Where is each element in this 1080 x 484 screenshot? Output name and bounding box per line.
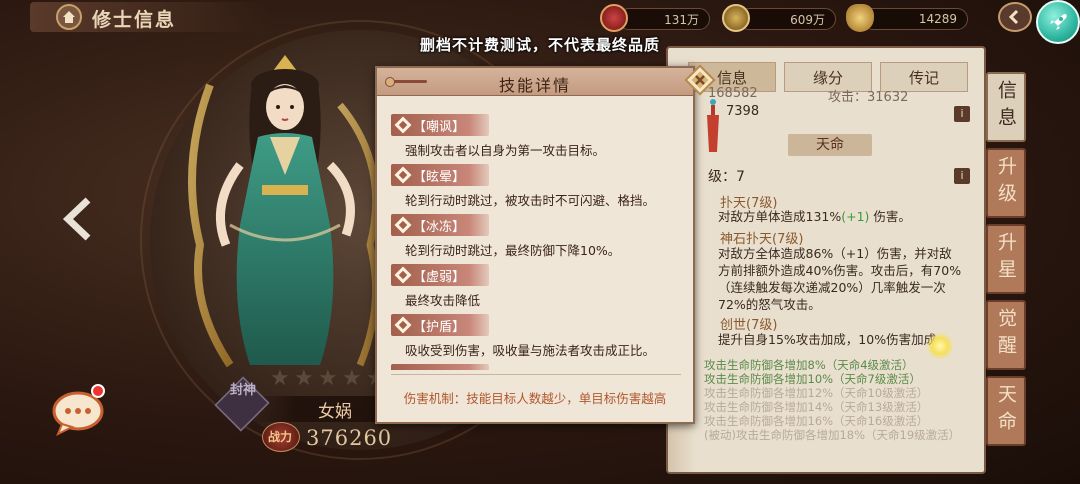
skill-details-popup: 技能详情 【嘲讽】 强制攻击者以自身为第一攻击目标。 【眩晕】 轮到行动时跳过，… — [375, 66, 695, 424]
damage-mechanic-note: 伤害机制：技能目标人数越少，单目标伤害越高 — [403, 391, 667, 406]
status-desc: 吸收受到伤害，吸收量与施法者攻击成正比。 — [405, 343, 656, 358]
skill-label-bar — [391, 364, 489, 370]
status-name: 【护盾】 — [413, 320, 466, 335]
status-name: 【虚弱】 — [413, 270, 466, 285]
status-name: 【嘲讽】 — [413, 120, 466, 135]
list-item: 【虚弱】 最终攻击降低 — [391, 264, 687, 314]
popup-title: 技能详情 — [498, 76, 571, 95]
status-desc: 轮到行动时跳过，被攻击时不可闪避、格挡。 — [405, 193, 656, 208]
popup-header: 技能详情 — [377, 68, 693, 96]
status-desc: 强制攻击者以自身为第一攻击目标。 — [405, 143, 606, 158]
skill-list[interactable]: 【嘲讽】 强制攻击者以自身为第一攻击目标。 【眩晕】 轮到行动时跳过，被攻击时不… — [391, 114, 687, 370]
list-item: 【眩晕】 轮到行动时跳过，被攻击时不可闪避、格挡。 — [391, 164, 687, 214]
tassel-decoration — [707, 99, 719, 152]
status-name: 【冰冻】 — [413, 220, 466, 235]
popup-divider — [391, 374, 681, 375]
status-desc: 最终攻击降低 — [405, 293, 481, 308]
status-name: 【眩晕】 — [413, 170, 466, 185]
status-desc: 轮到行动时跳过，最终防御下降10%。 — [405, 243, 621, 258]
close-icon[interactable] — [684, 64, 716, 96]
list-item: 【护盾】 吸收受到伤害，吸收量与施法者攻击成正比。 — [391, 314, 687, 364]
list-item: 【冰冻】 轮到行动时跳过，最终防御下降10%。 — [391, 214, 687, 264]
list-item-partial — [391, 364, 687, 370]
list-item: 【嘲讽】 强制攻击者以自身为第一攻击目标。 — [391, 114, 687, 164]
